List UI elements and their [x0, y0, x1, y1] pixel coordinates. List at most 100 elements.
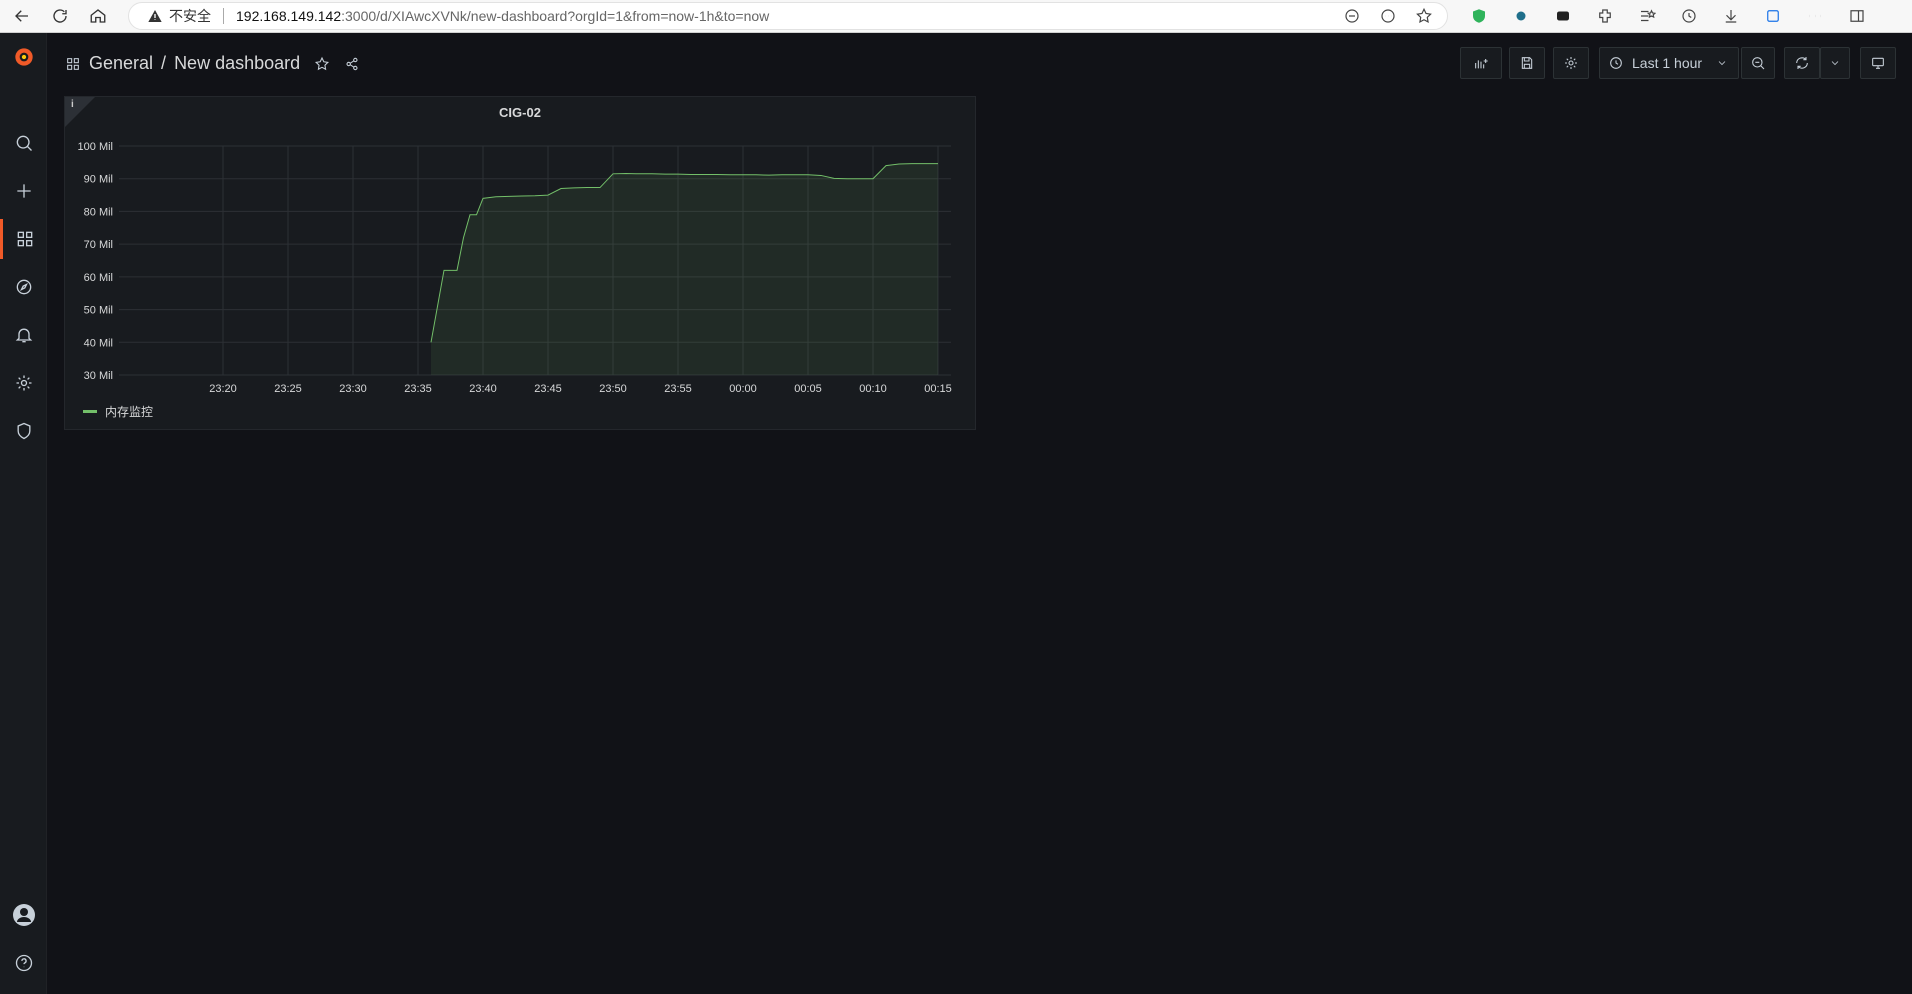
x-tick-label: 23:35	[404, 383, 432, 395]
chevron-down-icon	[1718, 61, 1726, 66]
y-tick-label: 50 Mil	[84, 305, 113, 317]
favorite-star-icon[interactable]	[1415, 7, 1433, 25]
y-tick-label: 90 Mil	[84, 174, 113, 186]
dashboard-title[interactable]: New dashboard	[174, 53, 300, 74]
monitor-icon	[1872, 57, 1884, 69]
warning-triangle-icon	[148, 10, 162, 22]
user-avatar-icon	[12, 904, 35, 926]
side-menu	[0, 33, 47, 994]
y-tick-label: 70 Mil	[84, 239, 113, 251]
grafana-logo-button[interactable]	[0, 37, 47, 77]
chart-legend: 内存监控	[83, 403, 153, 420]
x-tick-label: 23:25	[274, 383, 302, 395]
url-path: :3000/d/XIAwcXVNk/new-dashboard?orgId=1&…	[341, 8, 770, 24]
x-tick-label: 00:15	[924, 383, 952, 395]
dashboards-nav[interactable]	[0, 219, 47, 259]
x-tick-label: 00:10	[859, 383, 887, 395]
search-icon	[16, 135, 32, 151]
apps-grid-icon	[17, 231, 33, 247]
y-tick-label: 100 Mil	[78, 141, 113, 153]
time-range-picker[interactable]: Last 1 hour	[1599, 47, 1739, 79]
game-extension-icon[interactable]	[1554, 7, 1572, 25]
breadcrumb-folder[interactable]: General	[89, 53, 153, 74]
reload-icon	[53, 9, 67, 23]
help-question-icon	[15, 954, 32, 972]
back-arrow-icon	[15, 10, 28, 22]
x-tick-label: 23:45	[534, 383, 562, 395]
share-icon[interactable]	[344, 56, 360, 72]
security-label: 不安全	[169, 8, 211, 24]
clock-icon	[1610, 57, 1622, 69]
shield-icon	[17, 422, 30, 440]
line-chart: 30 Mil 40 Mil 50 Mil 60 Mil 70 Mil 80 Mil 90 M…	[78, 141, 952, 395]
history-icon[interactable]	[1680, 7, 1698, 25]
grafana-logo-icon	[14, 48, 33, 66]
plus-icon	[16, 184, 31, 198]
legend-label[interactable]: 内存监控	[105, 403, 153, 420]
x-tick-label: 23:30	[339, 383, 367, 395]
alerting-nav[interactable]	[0, 315, 47, 355]
explore-nav[interactable]	[0, 267, 47, 307]
browser-toolbar: 不安全 192.168.149.142:3000/d/XIAwcXVNk/new…	[0, 0, 1912, 33]
sidebar-toggle-icon[interactable]	[1848, 7, 1866, 25]
home-icon	[90, 9, 106, 23]
y-tick-label: 40 Mil	[84, 337, 113, 349]
reload-button[interactable]	[44, 2, 76, 30]
x-tick-label: 00:00	[729, 383, 757, 395]
security-indicator[interactable]: 不安全	[147, 6, 211, 26]
breadcrumb: General / New dashboard	[65, 53, 360, 74]
save-icon	[1521, 57, 1533, 69]
chevron-down-icon	[1831, 61, 1839, 66]
collections-icon[interactable]	[1764, 7, 1782, 25]
server-admin-nav[interactable]	[0, 411, 47, 451]
search-nav[interactable]	[0, 123, 47, 163]
series-area	[431, 163, 938, 375]
configuration-nav[interactable]	[0, 363, 47, 403]
download-icon[interactable]	[1722, 7, 1740, 25]
x-tick-label: 23:50	[599, 383, 627, 395]
dashboard-header: General / New dashboard Last 1 hour	[47, 33, 1912, 95]
zoom-out-button[interactable]	[1741, 47, 1775, 79]
url-host: 192.168.149.142	[236, 8, 342, 24]
y-tick-label: 60 Mil	[84, 272, 113, 284]
address-bar[interactable]: 不安全 192.168.149.142:3000/d/XIAwcXVNk/new…	[128, 2, 1448, 30]
legend-swatch	[83, 410, 97, 413]
sync-icon	[1796, 57, 1808, 69]
x-tick-label: 23:40	[469, 383, 497, 395]
cog-icon	[1565, 57, 1577, 69]
extensions-puzzle-icon[interactable]	[1596, 7, 1614, 25]
compass-icon	[16, 279, 31, 295]
refresh-interval-dropdown[interactable]	[1820, 47, 1850, 79]
more-menu-icon[interactable]	[1806, 7, 1824, 25]
shield-extension-icon[interactable]	[1470, 7, 1488, 25]
more-circle-icon[interactable]	[1379, 7, 1397, 25]
cycle-view-mode-button[interactable]	[1860, 47, 1896, 79]
star-icon[interactable]	[314, 56, 330, 72]
x-tick-label: 00:05	[794, 383, 822, 395]
graph-panel[interactable]: i CIG-02 30 Mil 40 Mil 50 Mil 60 Mil 70 Mil 8…	[64, 96, 976, 430]
add-panel-button[interactable]	[1460, 47, 1502, 79]
apps-grid-icon	[67, 57, 79, 70]
home-button[interactable]	[82, 2, 114, 30]
y-tick-label: 80 Mil	[84, 206, 113, 218]
profile-nav[interactable]	[0, 895, 47, 935]
favorites-list-icon[interactable]	[1638, 7, 1656, 25]
x-tick-label: 23:55	[664, 383, 692, 395]
bell-icon	[15, 328, 32, 343]
time-range-label: Last 1 hour	[1632, 55, 1703, 71]
x-tick-label: 23:20	[209, 383, 237, 395]
gear-extension-icon[interactable]	[1512, 7, 1530, 25]
refresh-button[interactable]	[1784, 47, 1820, 79]
back-button[interactable]	[6, 2, 38, 30]
zoom-out-icon	[1752, 57, 1765, 70]
create-nav[interactable]	[0, 171, 47, 211]
cog-icon	[16, 375, 31, 391]
y-tick-label: 30 Mil	[84, 370, 113, 382]
address-separator	[223, 8, 224, 24]
breadcrumb-separator: /	[161, 53, 167, 73]
add-panel-icon	[1475, 59, 1488, 69]
dashboard-settings-button[interactable]	[1553, 47, 1589, 79]
save-dashboard-button[interactable]	[1509, 47, 1545, 79]
help-nav[interactable]	[0, 943, 47, 983]
translate-icon[interactable]	[1343, 7, 1361, 25]
